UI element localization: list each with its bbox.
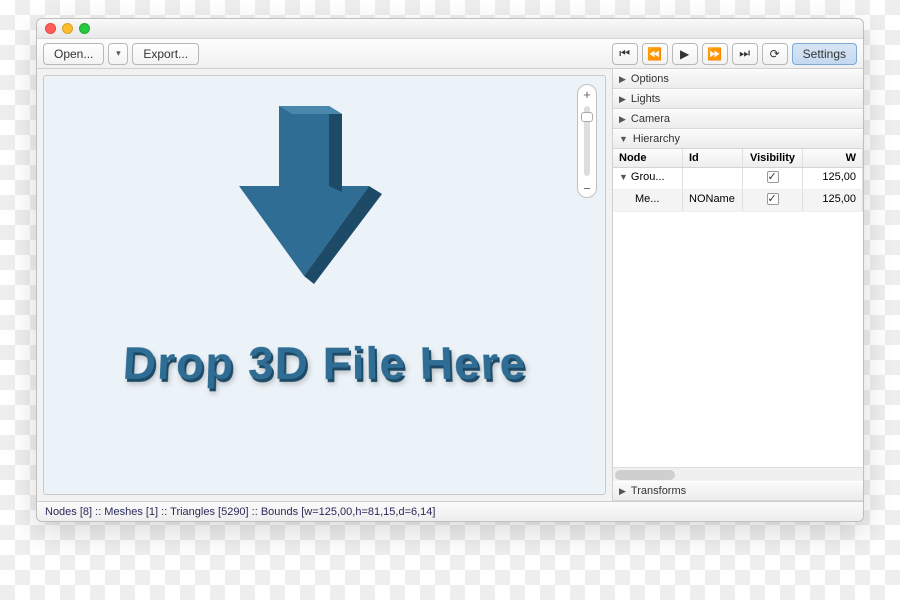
- panel-transforms[interactable]: ▶ Transforms: [613, 481, 863, 501]
- zoom-control[interactable]: + −: [577, 84, 597, 198]
- export-button[interactable]: Export...: [132, 43, 199, 65]
- panel-transforms-label: Transforms: [631, 485, 686, 497]
- cell-visibility: [743, 168, 803, 189]
- play-icon: ▶: [680, 47, 689, 61]
- play-button[interactable]: ▶: [672, 43, 698, 65]
- disclosure-down-icon: ▼: [619, 134, 628, 144]
- panel-lights[interactable]: ▶ Lights: [613, 89, 863, 109]
- window-minimize-button[interactable]: [62, 23, 73, 34]
- cell-id: NOName: [683, 190, 743, 211]
- drop-arrow-graphic: [214, 96, 394, 286]
- cell-id: [683, 168, 743, 189]
- viewport-container: Drop 3D File Here + −: [37, 69, 613, 501]
- horizontal-scrollbar[interactable]: [613, 467, 863, 481]
- zoom-slider-track[interactable]: [584, 106, 590, 176]
- cell-node: Me...: [613, 190, 683, 211]
- panel-options[interactable]: ▶ Options: [613, 69, 863, 89]
- visibility-checkbox[interactable]: [767, 193, 779, 205]
- panel-hierarchy-label: Hierarchy: [633, 133, 680, 145]
- panel-camera-label: Camera: [631, 113, 670, 125]
- panel-options-label: Options: [631, 73, 669, 85]
- panel-lights-label: Lights: [631, 93, 660, 105]
- toolbar: Open... ▾ Export... ⏮ ⏪ ▶ ⏩ ⏭ ⟳ Settings: [37, 39, 863, 69]
- app-window: Open... ▾ Export... ⏮ ⏪ ▶ ⏩ ⏭ ⟳ Settings: [36, 18, 864, 522]
- cell-node: ▼Grou...: [613, 168, 683, 189]
- hierarchy-empty-area: [613, 212, 863, 467]
- viewport-3d[interactable]: Drop 3D File Here + −: [43, 75, 606, 495]
- rewind-button[interactable]: ⏪: [642, 43, 668, 65]
- col-header-visibility[interactable]: Visibility: [743, 149, 803, 167]
- cell-w: 125,00: [803, 190, 863, 211]
- col-header-node[interactable]: Node: [613, 149, 683, 167]
- table-row[interactable]: ▼Grou... 125,00: [613, 168, 863, 190]
- table-row[interactable]: Me... NOName 125,00: [613, 190, 863, 212]
- disclosure-right-icon: ▶: [619, 114, 626, 125]
- table-header-row: Node Id Visibility W: [613, 149, 863, 168]
- panel-hierarchy[interactable]: ▼ Hierarchy: [613, 129, 863, 149]
- zoom-in-button[interactable]: +: [578, 85, 596, 103]
- titlebar: [37, 19, 863, 39]
- status-text: Nodes [8] :: Meshes [1] :: Triangles [52…: [45, 506, 435, 518]
- disclosure-down-icon[interactable]: ▼: [619, 172, 628, 182]
- window-close-button[interactable]: [45, 23, 56, 34]
- cell-node-text: Grou...: [631, 171, 665, 183]
- go-last-button[interactable]: ⏭: [732, 43, 758, 65]
- inspector-sidebar: ▶ Options ▶ Lights ▶ Camera ▼ Hierarchy …: [613, 69, 863, 501]
- open-dropdown-button[interactable]: ▾: [108, 43, 128, 65]
- fast-forward-button[interactable]: ⏩: [702, 43, 728, 65]
- panel-camera[interactable]: ▶ Camera: [613, 109, 863, 129]
- window-zoom-button[interactable]: [79, 23, 90, 34]
- fast-forward-icon: ⏩: [707, 47, 722, 61]
- loop-icon: ⟳: [770, 47, 780, 61]
- loop-button[interactable]: ⟳: [762, 43, 788, 65]
- skip-start-icon: ⏮: [619, 46, 630, 61]
- disclosure-right-icon: ▶: [619, 74, 626, 85]
- zoom-out-button[interactable]: −: [578, 179, 596, 197]
- disclosure-right-icon: ▶: [619, 94, 626, 105]
- settings-button[interactable]: Settings: [792, 43, 857, 65]
- open-button[interactable]: Open...: [43, 43, 104, 65]
- zoom-slider-thumb[interactable]: [581, 112, 593, 122]
- col-header-id[interactable]: Id: [683, 149, 743, 167]
- status-bar: Nodes [8] :: Meshes [1] :: Triangles [52…: [37, 501, 863, 521]
- col-header-w[interactable]: W: [803, 149, 863, 167]
- disclosure-right-icon: ▶: [619, 486, 626, 497]
- skip-end-icon: ⏭: [739, 46, 750, 61]
- chevron-down-icon: ▾: [116, 48, 121, 59]
- visibility-checkbox[interactable]: [767, 171, 779, 183]
- go-first-button[interactable]: ⏮: [612, 43, 638, 65]
- drop-text-label: Drop 3D File Here: [43, 337, 606, 390]
- content-area: Drop 3D File Here + − ▶ Options ▶ Lights: [37, 69, 863, 501]
- rewind-icon: ⏪: [647, 47, 662, 61]
- cell-w: 125,00: [803, 168, 863, 189]
- cell-visibility: [743, 190, 803, 211]
- scrollbar-thumb[interactable]: [615, 470, 675, 480]
- hierarchy-table: Node Id Visibility W ▼Grou... 125,00 Me.…: [613, 149, 863, 212]
